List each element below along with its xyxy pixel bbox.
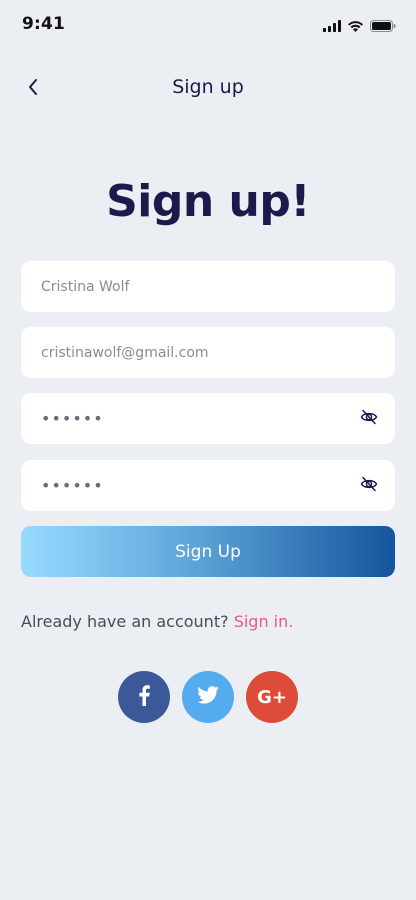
facebook-icon [137,684,151,710]
password-field[interactable] [21,393,395,444]
name-input[interactable] [41,278,375,295]
email-input[interactable] [41,344,375,361]
sign-in-link[interactable]: Sign in. [234,612,294,631]
status-icons [323,17,396,36]
page-title: Sign up! [106,176,310,227]
twitter-login-button[interactable] [182,671,234,723]
google-plus-icon: G+ [257,686,287,708]
eye-off-icon [360,408,378,430]
sign-in-prompt: Already have an account? Sign in. [21,612,293,631]
toggle-confirm-password-visibility-button[interactable] [359,476,379,496]
email-field[interactable] [21,327,395,378]
status-time: 9:41 [22,14,66,34]
name-field[interactable] [21,261,395,312]
google-plus-login-button[interactable]: G+ [246,671,298,723]
sign-in-prompt-text: Already have an account? [21,612,229,631]
nav-title: Sign up [172,76,244,98]
confirm-password-field[interactable] [21,460,395,511]
facebook-login-button[interactable] [118,671,170,723]
eye-off-icon [360,475,378,497]
status-bar: 9:41 [0,0,416,48]
toggle-password-visibility-button[interactable] [359,409,379,429]
signal-icon [323,17,341,36]
sign-up-button[interactable]: Sign Up [21,526,395,577]
confirm-password-input[interactable] [41,476,375,495]
wifi-icon [347,17,364,36]
twitter-icon [197,686,219,708]
nav-bar: Sign up [0,68,416,108]
password-input[interactable] [41,409,375,428]
social-login-row: G+ [0,671,416,723]
battery-icon [370,17,396,36]
